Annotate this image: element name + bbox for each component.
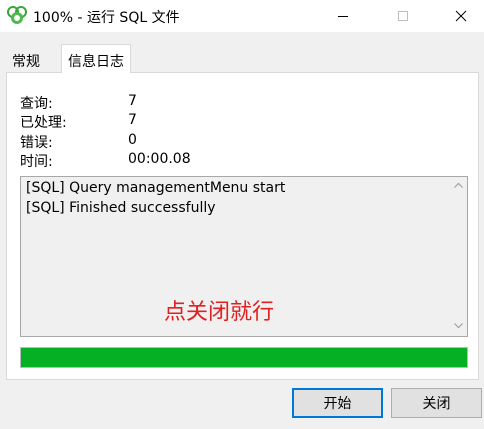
maximize-button[interactable] (380, 0, 426, 32)
progress-bar (20, 347, 468, 368)
title-bar[interactable]: 100% - 运行 SQL 文件 (0, 0, 484, 32)
queries-label: 查询: (20, 96, 53, 112)
navicat-logo-icon (6, 6, 28, 26)
message-log-panel: 查询: 7 已处理: 7 错误: 0 时间: 00:00.08 [SQL] Qu… (6, 72, 479, 380)
close-button[interactable]: 关闭 (391, 388, 482, 418)
window-title: 100% - 运行 SQL 文件 (33, 10, 180, 26)
chevron-up-icon[interactable] (454, 182, 463, 188)
processed-value: 7 (128, 112, 137, 128)
minimize-icon (338, 16, 348, 17)
window-close-button[interactable] (438, 0, 484, 32)
log-output[interactable]: [SQL] Query managementMenu start [SQL] F… (20, 176, 468, 337)
progress-fill (21, 348, 467, 367)
close-icon (455, 10, 467, 22)
time-label: 时间: (20, 154, 53, 170)
start-button[interactable]: 开始 (292, 388, 383, 418)
tab-general[interactable]: 常规 (6, 48, 46, 72)
time-value: 00:00.08 (128, 151, 191, 167)
processed-label: 已处理: (20, 115, 67, 131)
log-line: [SQL] Finished successfully (26, 200, 216, 216)
tab-message-log[interactable]: 信息日志 (61, 44, 131, 73)
errors-value: 0 (128, 132, 137, 148)
queries-value: 7 (128, 93, 137, 109)
minimize-button[interactable] (320, 0, 366, 32)
chevron-down-icon[interactable] (454, 323, 463, 329)
log-scrollbar[interactable] (450, 177, 467, 336)
errors-label: 错误: (20, 135, 53, 151)
log-line: [SQL] Query managementMenu start (26, 180, 286, 196)
maximize-icon (398, 11, 408, 21)
annotation-text: 点关闭就行 (164, 300, 275, 325)
